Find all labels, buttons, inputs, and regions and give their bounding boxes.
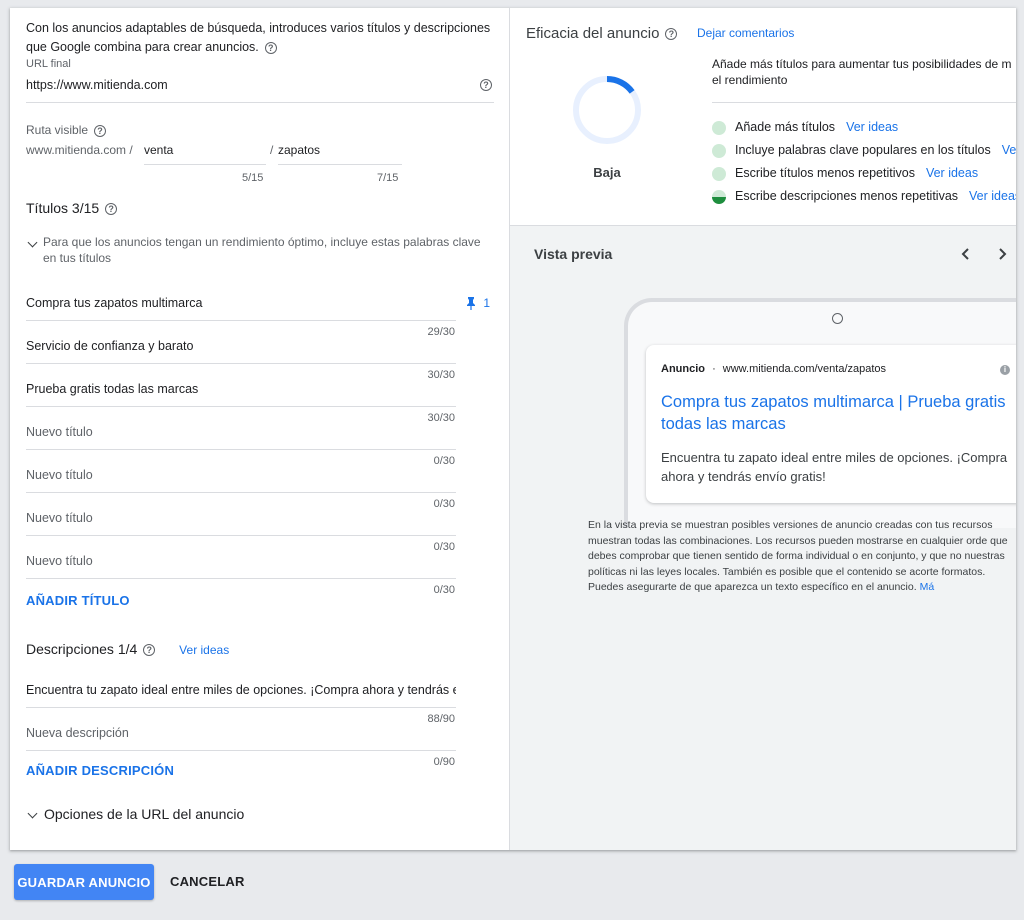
headline-counter: 0/30: [433, 498, 455, 510]
headline-counter: 29/30: [427, 326, 455, 338]
strength-rating: Baja: [593, 165, 621, 180]
tip-status-icon: [712, 143, 726, 158]
tip-see-ideas-link[interactable]: Ver: [1002, 143, 1016, 157]
display-path-label: Ruta visible?: [26, 123, 107, 137]
final-url-underline: [26, 102, 494, 103]
tip-text: Añade más títulos: [735, 120, 836, 134]
ad-strength-title: Eficacia del anuncio?: [526, 25, 678, 42]
save-ad-button[interactable]: GUARDAR ANUNCIO: [14, 864, 154, 900]
help-icon[interactable]: ?: [105, 203, 118, 216]
headline-counter: 30/30: [427, 412, 455, 424]
tip-text: Escribe descripciones menos repetitivas: [735, 189, 959, 203]
chevron-right-icon[interactable]: [998, 247, 1008, 261]
headline-underline: [26, 535, 456, 536]
preview-disclaimer: En la vista previa se muestran posibles …: [588, 519, 1008, 594]
preview-title: Vista previa: [534, 246, 613, 262]
strength-gauge: [573, 76, 641, 144]
pin-icon: [467, 297, 475, 311]
tip-status-icon: [712, 189, 726, 204]
tip-see-ideas-link[interactable]: Ver ideas: [969, 189, 1016, 203]
tip-see-ideas-link[interactable]: Ver ideas: [846, 120, 898, 134]
help-icon[interactable]: ?: [665, 28, 678, 41]
headline-placeholder[interactable]: Nuevo título: [26, 425, 93, 439]
headline-placeholder[interactable]: Nuevo título: [26, 511, 93, 525]
headline-underline: [26, 406, 456, 407]
tip-status-icon: [712, 120, 726, 135]
description-underline: [26, 750, 456, 751]
strength-tip: Incluye palabras clave populares en los …: [712, 143, 1016, 158]
help-icon[interactable]: ?: [143, 644, 156, 657]
keywords-hint[interactable]: Para que los anuncios tengan un rendimie…: [26, 234, 496, 266]
info-icon[interactable]: i: [1000, 365, 1010, 375]
chevron-left-icon[interactable]: [960, 247, 970, 261]
ad-meta: Anuncio · www.mitienda.com/venta/zapatos: [661, 363, 887, 375]
headline-text[interactable]: Prueba gratis todas las marcas: [26, 382, 198, 396]
description-underline: [26, 707, 456, 708]
headline-underline: [26, 492, 456, 493]
descriptions-heading: Descripciones 1/4? Ver ideas: [26, 641, 230, 657]
help-icon[interactable]: ?: [480, 79, 492, 91]
ad-url: www.mitienda.com/venta/zapatos: [722, 363, 887, 375]
tip-status-icon: [712, 166, 726, 181]
headline-counter: 0/30: [433, 541, 455, 553]
see-ideas-link[interactable]: Ver ideas: [179, 643, 229, 657]
phone-camera: [832, 313, 843, 324]
ad-strength-panel: Eficacia del anuncio? Dejar comentarios …: [510, 8, 1016, 226]
ad-editor-card: Con los anuncios adaptables de búsqueda,…: [10, 8, 1016, 850]
headlines-heading: Títulos 3/15?: [26, 200, 118, 216]
final-url-label: URL final: [26, 58, 71, 70]
description-counter: 0/90: [433, 756, 455, 768]
ad-label: Anuncio: [661, 363, 705, 375]
cancel-button[interactable]: CANCELAR: [170, 874, 245, 889]
path2-underline: [278, 164, 402, 165]
tip-see-ideas-link[interactable]: Ver ideas: [926, 166, 978, 180]
path-separator: /: [270, 143, 274, 157]
final-url-input[interactable]: https://www.mitienda.com: [26, 78, 168, 92]
more-link[interactable]: Má: [920, 581, 935, 593]
tip-text: Escribe títulos menos repetitivos: [735, 166, 915, 180]
headline-text[interactable]: Servicio de confianza y barato: [26, 339, 193, 353]
help-icon[interactable]: ?: [94, 124, 107, 137]
strength-tip: Escribe descripciones menos repetitivas V…: [712, 189, 1016, 204]
preview-panel: Eficacia del anuncio? Dejar comentarios …: [510, 8, 1016, 850]
headline-placeholder[interactable]: Nuevo título: [26, 554, 93, 568]
summary-divider: [712, 102, 1016, 103]
headline-text[interactable]: Compra tus zapatos multimarca: [26, 296, 202, 310]
path1-counter: 5/15: [242, 172, 264, 184]
path2-counter: 7/15: [377, 172, 399, 184]
ad-description: Encuentra tu zapato ideal entre miles de…: [661, 450, 1008, 484]
ad-preview-card: Anuncio · www.mitienda.com/venta/zapatos…: [646, 345, 1016, 503]
chevron-down-icon: [27, 237, 38, 248]
chevron-down-icon: [27, 808, 38, 819]
description-text[interactable]: Encuentra tu zapato ideal entre miles de…: [26, 683, 456, 697]
add-description-button[interactable]: AÑADIR DESCRIPCIÓN: [26, 763, 174, 778]
headline-underline: [26, 363, 456, 364]
headline-underline: [26, 320, 456, 321]
pin-indicator[interactable]: 1: [466, 296, 490, 311]
url-options-toggle[interactable]: Opciones de la URL del anuncio: [26, 806, 244, 822]
headline-counter: 30/30: [427, 369, 455, 381]
description-placeholder[interactable]: Nueva descripción: [26, 726, 456, 740]
headline-counter: 0/30: [433, 455, 455, 467]
ad-headline[interactable]: Compra tus zapatos multimarca | Prueba g…: [661, 391, 1011, 435]
form-intro: Con los anuncios adaptables de búsqueda,…: [26, 21, 491, 54]
tip-text: Incluye palabras clave populares en los …: [735, 143, 991, 157]
strength-summary: Añade más títulos para aumentar tus posi…: [712, 57, 1012, 87]
headline-underline: [26, 578, 456, 579]
ad-form-panel: Con los anuncios adaptables de búsqueda,…: [10, 8, 510, 850]
display-domain: www.mitienda.com /: [26, 143, 133, 157]
description-counter: 88/90: [427, 713, 455, 725]
path2-input[interactable]: zapatos: [278, 143, 320, 157]
strength-tip: Escribe títulos menos repetitivos Ver ide…: [712, 166, 1016, 181]
strength-tip: Añade más títulos Ver ideas: [712, 120, 1016, 135]
headline-underline: [26, 449, 456, 450]
help-icon[interactable]: ?: [264, 41, 277, 54]
path1-input[interactable]: venta: [144, 143, 173, 157]
headline-counter: 0/30: [433, 584, 455, 596]
preview-header: Vista previa: [510, 226, 1016, 282]
add-headline-button[interactable]: AÑADIR TÍTULO: [26, 593, 130, 608]
path1-underline: [144, 164, 266, 165]
headline-placeholder[interactable]: Nuevo título: [26, 468, 93, 482]
feedback-link[interactable]: Dejar comentarios: [697, 26, 794, 40]
